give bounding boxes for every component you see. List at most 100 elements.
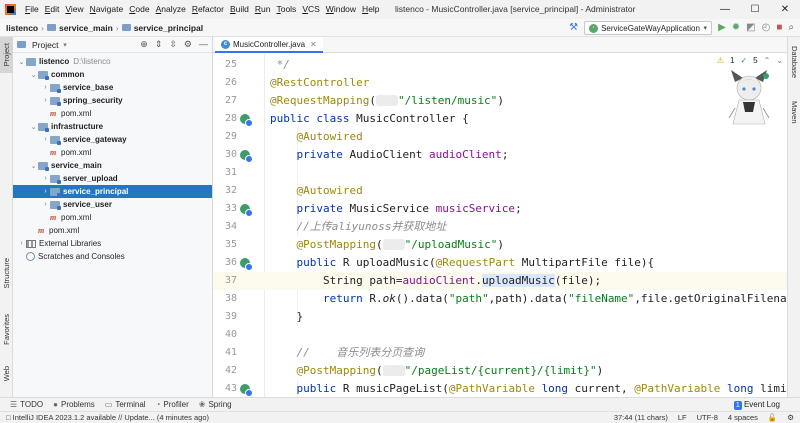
code-line[interactable]: 32 @Autowired	[213, 182, 787, 200]
chevron-right-icon[interactable]: ›	[17, 240, 26, 247]
tree-item[interactable]: › service_principal	[13, 185, 212, 198]
code-line[interactable]: 31	[213, 164, 787, 182]
spring-bean-gutter-icon[interactable]	[240, 150, 253, 163]
code-line[interactable]: 43 public R musicPageList(@PathVariable …	[213, 380, 787, 397]
code-line[interactable]: 40	[213, 326, 787, 344]
chevron-up-icon[interactable]: ⌃	[764, 56, 771, 65]
tree-item[interactable]: › service_user	[13, 198, 212, 211]
tool-todo[interactable]: ☰ TODO	[10, 400, 43, 409]
chevron-right-icon[interactable]: ›	[41, 201, 50, 208]
code-line[interactable]: 38 return R.ok().data("path",path).data(…	[213, 290, 787, 308]
chevron-right-icon[interactable]: ›	[41, 175, 50, 182]
line-separator[interactable]: LF	[678, 412, 687, 423]
tree-item[interactable]: › service_base	[13, 81, 212, 94]
code-editor[interactable]: 25 */ 26 @RestController 27 @RequestMapping(…	[213, 54, 787, 397]
hide-panel-icon[interactable]: —	[199, 39, 208, 50]
breadcrumb-item-service-main[interactable]: service_main	[59, 23, 113, 33]
tab-structure[interactable]: Structure	[0, 249, 13, 297]
build-hammer-icon[interactable]: ⚒	[569, 21, 578, 35]
tree-item[interactable]: › service_gateway	[13, 133, 212, 146]
tree-item[interactable]: › server_upload	[13, 172, 212, 185]
lock-icon[interactable]: 🔓	[768, 412, 777, 423]
status-message[interactable]: □ IntelliJ IDEA 2023.1.2 available // Up…	[6, 412, 209, 423]
menu-item-edit[interactable]: Edit	[42, 0, 63, 19]
chevron-down-icon[interactable]: ⌄	[29, 123, 38, 131]
menu-item-window[interactable]: Window	[323, 0, 359, 19]
tree-item[interactable]: ⌄ infrastructure	[13, 120, 212, 133]
debug-icon[interactable]: ✹	[732, 21, 740, 35]
tree-item[interactable]: ⌄ service_main	[13, 159, 212, 172]
file-encoding[interactable]: UTF-8	[697, 412, 718, 423]
code-line[interactable]: 28 public class MusicController {	[213, 110, 787, 128]
tree-item[interactable]: Scratches and Consoles	[13, 250, 212, 263]
menu-item-vcs[interactable]: VCS	[299, 0, 322, 19]
tab-favorites[interactable]: Favorites	[0, 305, 13, 353]
breadcrumb-item-project[interactable]: listenco	[6, 23, 38, 33]
chevron-down-icon[interactable]: ▾	[60, 41, 69, 49]
spring-bean-gutter-icon[interactable]	[240, 258, 253, 271]
tab-maven[interactable]: Maven	[788, 93, 800, 131]
chevron-down-icon[interactable]: ⌄	[29, 71, 38, 79]
search-icon[interactable]: ⌕	[788, 21, 794, 35]
tree-item[interactable]: m pom.xml	[13, 224, 212, 237]
tree-item[interactable]: ⌄ common	[13, 68, 212, 81]
caret-position[interactable]: 37:44 (11 chars)	[614, 412, 668, 423]
tab-database[interactable]: Database	[788, 39, 800, 85]
tree-item[interactable]: › External Libraries	[13, 237, 212, 250]
chevron-down-icon[interactable]: ⌄	[29, 162, 38, 170]
menu-item-code[interactable]: Code	[126, 0, 152, 19]
close-window-button[interactable]: ✕	[770, 0, 800, 19]
tab-music-controller[interactable]: c MusicController.java ✕	[215, 37, 323, 53]
spring-bean-gutter-icon[interactable]	[240, 114, 253, 127]
indent-setting[interactable]: 4 spaces	[728, 412, 758, 423]
tab-web[interactable]: Web	[0, 359, 13, 389]
spring-bean-gutter-icon[interactable]	[240, 204, 253, 217]
chevron-right-icon[interactable]: ›	[41, 84, 50, 91]
chevron-right-icon[interactable]: ›	[41, 136, 50, 143]
close-icon[interactable]: ✕	[310, 40, 317, 49]
tree-item[interactable]: ⌄ listenco D:\listenco	[13, 55, 212, 68]
tree-item[interactable]: m pom.xml	[13, 211, 212, 224]
chevron-right-icon[interactable]: ›	[41, 188, 50, 195]
event-log-button[interactable]: 1 Event Log	[733, 398, 780, 412]
tree-item[interactable]: › spring_security	[13, 94, 212, 107]
locate-icon[interactable]: ⊕	[140, 39, 148, 50]
collapse-all-icon[interactable]: ⇕	[155, 39, 163, 50]
menu-item-view[interactable]: View	[62, 0, 86, 19]
chevron-down-icon[interactable]: ⌄	[776, 56, 783, 65]
chevron-down-icon[interactable]: ⌄	[17, 58, 26, 66]
menu-item-navigate[interactable]: Navigate	[87, 0, 127, 19]
profile-icon[interactable]: ◴	[762, 21, 771, 35]
project-panel-title[interactable]: Project	[32, 40, 58, 50]
code-line[interactable]: 39 }	[213, 308, 787, 326]
code-line[interactable]: 36 public R uploadMusic(@RequestPart Mul…	[213, 254, 787, 272]
menu-item-tools[interactable]: Tools	[273, 0, 299, 19]
chevron-right-icon[interactable]: ›	[41, 97, 50, 104]
run-configuration-select[interactable]: · ServiceGateWayApplication ▾	[584, 21, 713, 35]
expand-all-icon[interactable]: ⇳	[169, 39, 177, 50]
stop-icon[interactable]: ■	[776, 21, 782, 35]
code-line[interactable]: 42 @PostMapping("/pageList/{current}/{li…	[213, 362, 787, 380]
tool-profiler[interactable]: ◔ Profiler	[156, 400, 189, 409]
code-line[interactable]: 30 private AudioClient audioClient;	[213, 146, 787, 164]
tree-item[interactable]: m pom.xml	[13, 107, 212, 120]
menu-item-analyze[interactable]: Analyze	[153, 0, 189, 19]
tool-spring[interactable]: ❀ Spring	[199, 400, 232, 409]
tool-terminal[interactable]: ▭ Terminal	[105, 400, 146, 409]
tool-problems[interactable]: ● Problems	[53, 400, 95, 409]
code-line[interactable]: 34 //上传aliyunoss并获取地址	[213, 218, 787, 236]
code-line[interactable]: 25 */	[213, 56, 787, 74]
inspection-widget[interactable]: ⚠ 1 ✓ 5 ⌃ ⌄	[717, 56, 783, 65]
menu-item-refactor[interactable]: Refactor	[189, 0, 227, 19]
gear-icon[interactable]: ⚙	[184, 39, 192, 50]
code-line[interactable]: 35 @PostMapping("/uploadMusic")	[213, 236, 787, 254]
maximize-button[interactable]: ☐	[740, 0, 770, 19]
code-line[interactable]: 41 // 音乐列表分页查询	[213, 344, 787, 362]
code-line[interactable]: 27 @RequestMapping("/listen/music")	[213, 92, 787, 110]
code-line[interactable]: 26 @RestController	[213, 74, 787, 92]
menu-item-help[interactable]: Help	[359, 0, 382, 19]
run-icon[interactable]: ▶	[718, 21, 726, 35]
code-line[interactable]: 29 @Autowired	[213, 128, 787, 146]
spring-bean-gutter-icon[interactable]	[240, 384, 253, 397]
git-icon[interactable]: ⚙	[787, 412, 794, 423]
